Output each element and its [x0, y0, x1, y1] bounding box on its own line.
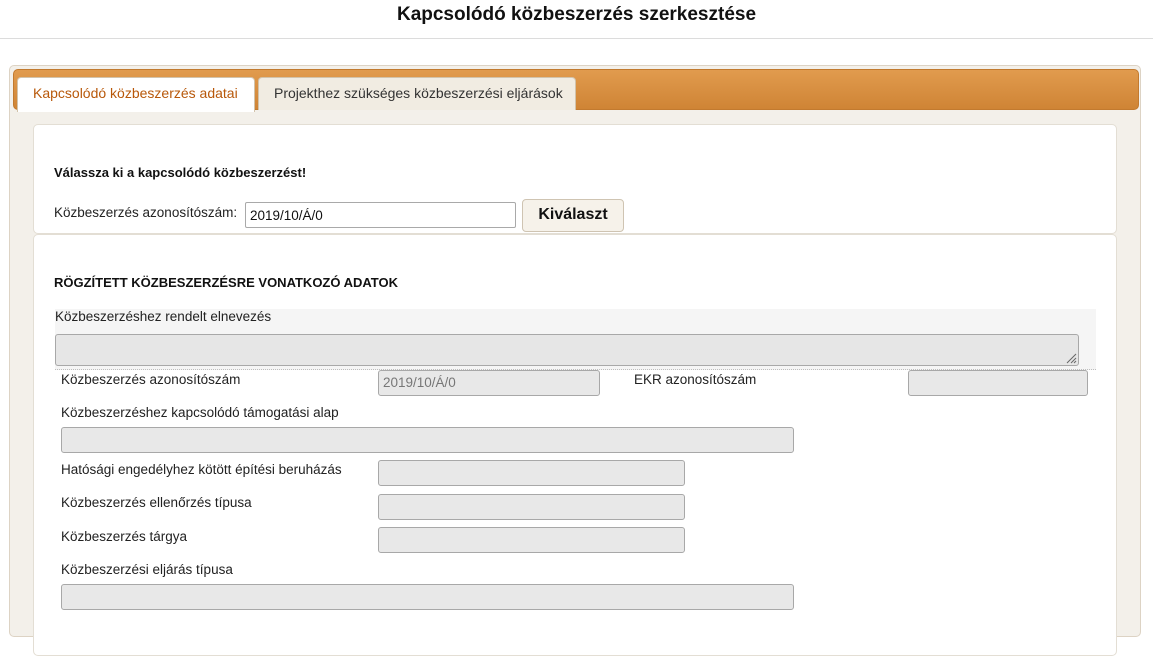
- tab-bar: Kapcsolódó közbeszerzés adatai Projekthe…: [13, 69, 1139, 112]
- procurement-select-card: Válassza ki a kapcsolódó közbeszerzést! …: [33, 124, 1117, 234]
- data-id-field: 2019/10/Á/0: [378, 370, 600, 396]
- subject-label: Közbeszerzés tárgya: [61, 529, 188, 544]
- name-textarea[interactable]: [55, 334, 1079, 366]
- page-title: Kapcsolódó közbeszerzés szerkesztése: [396, 4, 757, 25]
- procedure-type-label: Közbeszerzési eljárás típusa: [61, 562, 233, 577]
- data-id-label: Közbeszerzés azonosítószám: [61, 372, 241, 387]
- select-heading: Válassza ki a kapcsolódó közbeszerzést!: [54, 165, 307, 180]
- ekr-id-label: EKR azonosítószám: [634, 372, 757, 387]
- subject-field: [378, 527, 685, 553]
- resize-grip-icon[interactable]: [1065, 352, 1077, 364]
- permit-field: [378, 460, 685, 486]
- name-field-block: Közbeszerzéshez rendelt elnevezés: [55, 309, 1096, 370]
- fund-field: [61, 427, 794, 453]
- select-button[interactable]: Kiválaszt: [522, 199, 624, 232]
- control-type-field: [378, 494, 685, 520]
- name-label: Közbeszerzéshez rendelt elnevezés: [55, 309, 272, 324]
- procurement-id-label: Közbeszerzés azonosítószám:: [54, 205, 238, 220]
- recorded-data-heading: RÖGZÍTETT KÖZBESZERZÉSRE VONATKOZÓ ADATO…: [54, 275, 399, 290]
- tab-required-procedures[interactable]: Projekthez szükséges közbeszerzési eljár…: [258, 77, 576, 110]
- procedure-type-field: [61, 584, 794, 610]
- tab-procurement-details[interactable]: Kapcsolódó közbeszerzés adatai: [17, 77, 255, 112]
- procurement-id-input[interactable]: [245, 202, 516, 228]
- recorded-data-card: RÖGZÍTETT KÖZBESZERZÉSRE VONATKOZÓ ADATO…: [33, 234, 1117, 656]
- fund-label: Közbeszerzéshez kapcsolódó támogatási al…: [61, 405, 339, 420]
- page-header: Kapcsolódó közbeszerzés szerkesztése: [0, 0, 1153, 39]
- control-type-label: Közbeszerzés ellenőrzés típusa: [61, 495, 252, 510]
- ekr-id-field: [908, 370, 1088, 396]
- permit-label: Hatósági engedélyhez kötött építési beru…: [61, 462, 342, 477]
- tab-panel: Kapcsolódó közbeszerzés adatai Projekthe…: [9, 65, 1141, 656]
